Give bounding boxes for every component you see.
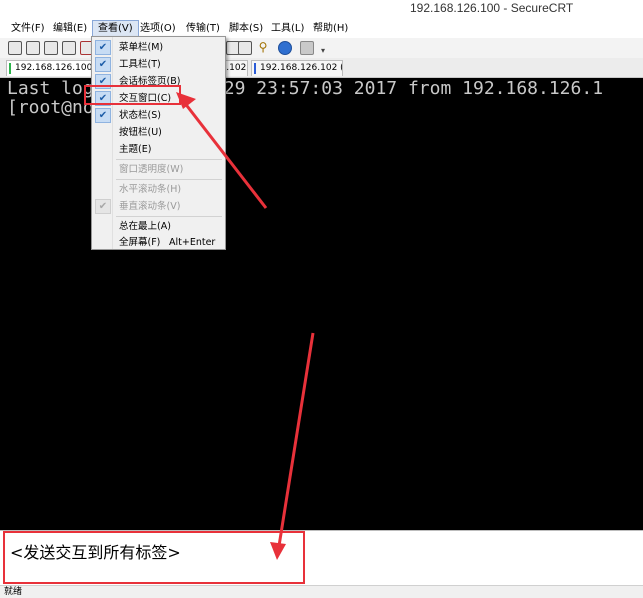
menu-edit[interactable]: 编辑(E) [48,20,92,37]
check-icon: ✔ [95,57,111,72]
tab-label: 192.168.126.100 [15,63,92,73]
menu-transfer[interactable]: 传输(T) [181,20,225,37]
menu-help[interactable]: 帮助(H) [308,20,353,37]
menu-item-label: 菜单栏(M) [119,42,164,53]
connect-in-tab-icon[interactable] [44,41,58,55]
key-icon[interactable]: ⚲ [256,40,270,54]
check-icon: ✔ [95,108,111,123]
highlight-box-send-bar [3,531,305,584]
menu-item-label: 状态栏(S) [119,110,161,121]
menu-separator [116,216,222,217]
menu-item-label: 工具栏(T) [119,59,161,70]
menu-file[interactable]: 文件(F) [6,20,50,37]
connect-icon[interactable] [8,41,22,55]
menu-item-theme[interactable]: 主题(E) [93,141,224,158]
menu-item-vertical-scrollbar: ✔ 垂直滚动条(V) [93,198,224,215]
menu-item-always-on-top[interactable]: 总在最上(A) [93,218,224,235]
tab-label: 192.168.126.102 (1) [260,63,342,73]
menu-item-label: 按钮栏(U) [119,127,162,138]
menu-tools[interactable]: 工具(L) [266,20,309,37]
menu-item-label: 主题(E) [119,144,152,155]
check-icon: ✔ [95,199,111,214]
menu-item-label: 窗口透明度(W) [119,164,184,175]
settings-icon[interactable] [238,41,252,55]
toolbar-overflow-icon[interactable]: ▾ [316,44,330,58]
menu-item-shortcut: Alt+Enter [169,237,216,248]
menu-separator [116,159,222,160]
menu-item-menubar[interactable]: ✔ 菜单栏(M) [93,39,224,56]
view-menu-dropdown: ✔ 菜单栏(M) ✔ 工具栏(T) ✔ 会话标签页(B) ✔ 交互窗口(C) ✔… [91,36,226,250]
status-bar: 就绪 [0,585,643,598]
menu-separator [116,179,222,180]
quick-connect-icon[interactable] [26,41,40,55]
status-text: 就绪 [4,587,23,597]
tab-session-1[interactable]: 192.168.126.100 [6,60,92,76]
menu-item-full-screen[interactable]: 全屏幕(F) Alt+Enter [93,234,224,251]
menu-item-toolbar[interactable]: ✔ 工具栏(T) [93,56,224,73]
menu-item-label: 全屏幕(F) [119,237,161,248]
menu-item-label: 总在最上(A) [119,221,171,232]
menu-view[interactable]: 查看(V) [92,20,139,37]
title-bar: 192.168.126.100 - SecureCRT [0,0,643,18]
menu-item-window-transparency: 窗口透明度(W) [93,161,224,178]
tab-session-3[interactable]: 192.168.126.102 (1) [251,60,343,76]
tab-status-indicator [254,63,256,74]
tab-status-indicator [9,63,11,74]
options-icon[interactable] [300,41,314,55]
menu-item-statusbar[interactable]: ✔ 状态栏(S) [93,107,224,124]
check-icon: ✔ [95,40,111,55]
menu-item-horizontal-scrollbar: 水平滚动条(H) [93,181,224,198]
reconnect-icon[interactable] [62,41,76,55]
menu-item-button-bar[interactable]: 按钮栏(U) [93,124,224,141]
window-title: 192.168.126.100 - SecureCRT [410,1,574,15]
menu-item-label: 垂直滚动条(V) [119,201,181,212]
highlight-box-interactive-window [84,85,181,105]
menu-script[interactable]: 脚本(S) [224,20,268,37]
menu-item-label: 水平滚动条(H) [119,184,182,195]
menu-options[interactable]: 选项(O) [135,20,181,37]
menu-bar: 文件(F) 编辑(E) 查看(V) 选项(O) 传输(T) 脚本(S) 工具(L… [0,18,643,38]
help-icon[interactable] [278,41,292,55]
